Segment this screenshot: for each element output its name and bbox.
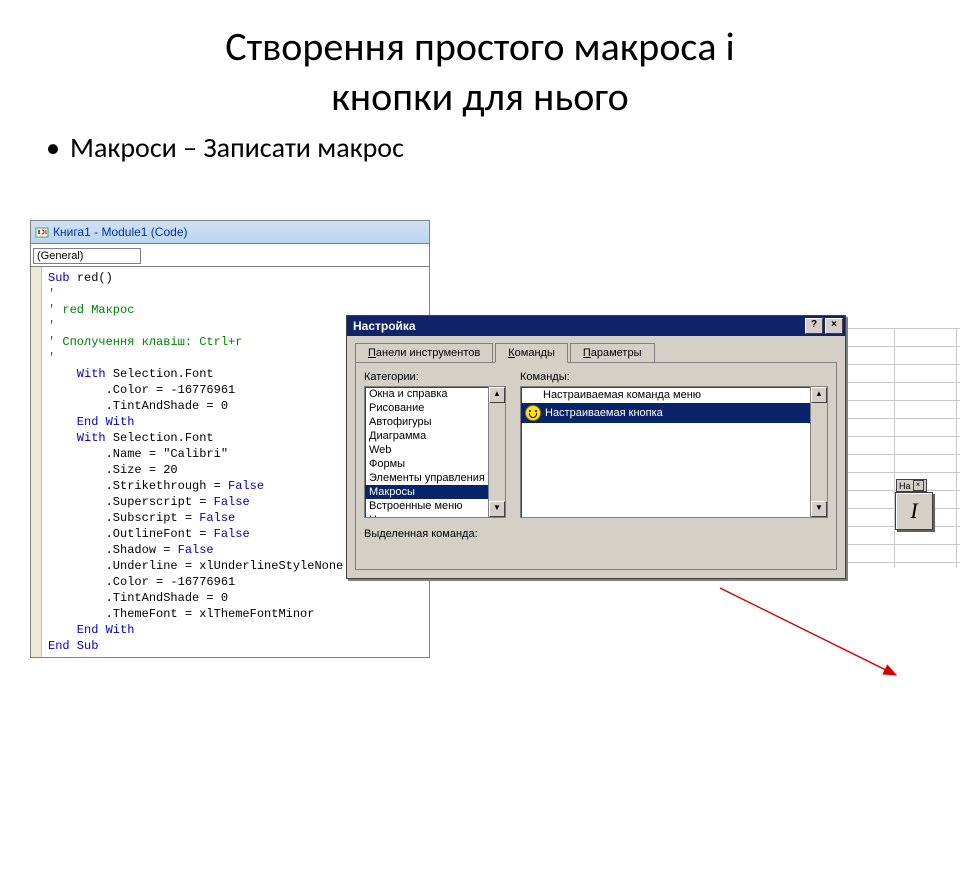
dialog-help-button[interactable]: ? — [805, 318, 823, 334]
command-item-label: Настраиваемая команда меню — [543, 389, 701, 401]
tab-2[interactable]: Параметры — [570, 343, 655, 363]
category-item[interactable]: Встроенные меню — [365, 499, 505, 513]
code-window-title: Книга1 - Module1 (Code) — [53, 225, 188, 239]
commands-scrollbar[interactable]: ▲ ▼ — [810, 387, 827, 517]
command-item[interactable]: Настраиваемая кнопка — [521, 403, 827, 423]
ibeam-icon: I — [910, 498, 917, 524]
dialog-tabs: Панели инструментовКомандыПараметры — [347, 336, 845, 362]
commands-tab-panel: Категории: Окна и справкаРисованиеАвтофи… — [355, 362, 837, 570]
tab-1[interactable]: Команды — [495, 343, 568, 363]
dropped-toolbar-button[interactable]: На × I — [895, 492, 933, 530]
scroll-down-icon[interactable]: ▼ — [811, 501, 827, 517]
vba-module-icon — [35, 225, 49, 239]
category-item[interactable]: Диаграмма — [365, 429, 505, 443]
title-line2: кнопки для нього — [331, 72, 629, 121]
customize-dialog: Настройка ? × Панели инструментовКоманды… — [346, 315, 846, 579]
category-item[interactable]: Новое меню — [365, 513, 505, 518]
categories-scrollbar[interactable]: ▲ ▼ — [488, 387, 505, 517]
code-editor[interactable]: Sub red() ' ' red Макрос ' ' Сполучення … — [42, 267, 349, 657]
scroll-up-icon[interactable]: ▲ — [811, 387, 827, 403]
selected-command-label: Выделенная команда: — [364, 528, 828, 540]
code-gutter — [31, 267, 42, 657]
category-item[interactable]: Элементы управления — [365, 471, 505, 485]
code-object-dropdown[interactable]: (General) — [33, 248, 141, 264]
code-proc-dropdowns: (General) — [31, 243, 429, 266]
slide-title: Створення простого макроса і кнопки для … — [0, 0, 960, 122]
category-item[interactable]: Web — [365, 443, 505, 457]
category-item[interactable]: Окна и справка — [365, 387, 505, 401]
command-item-label: Настраиваемая кнопка — [545, 407, 663, 419]
commands-listbox[interactable]: Настраиваемая команда меню Настраиваемая … — [520, 386, 828, 518]
close-icon[interactable]: × — [913, 480, 924, 491]
scroll-up-icon[interactable]: ▲ — [489, 387, 505, 403]
dialog-titlebar[interactable]: Настройка ? × — [347, 316, 845, 336]
commands-label: Команды: — [520, 371, 828, 383]
dropped-button-header: На × — [896, 479, 927, 492]
title-line1: Створення простого макроса і — [225, 22, 734, 71]
dialog-close-button[interactable]: × — [825, 318, 843, 334]
category-item[interactable]: Формы — [365, 457, 505, 471]
categories-label: Категории: — [364, 371, 506, 383]
category-item[interactable]: Автофигуры — [365, 415, 505, 429]
tab-0[interactable]: Панели инструментов — [355, 343, 493, 363]
smiley-icon — [525, 405, 541, 421]
category-item[interactable]: Макросы — [365, 485, 505, 499]
categories-listbox[interactable]: Окна и справкаРисованиеАвтофигурыДиаграм… — [364, 386, 506, 518]
dialog-title: Настройка — [353, 319, 416, 333]
category-item[interactable]: Рисование — [365, 401, 505, 415]
bullet-item: Макроси – Записати макрос — [70, 130, 910, 165]
code-window-titlebar: Книга1 - Module1 (Code) — [31, 221, 429, 243]
scroll-down-icon[interactable]: ▼ — [489, 501, 505, 517]
command-item[interactable]: Настраиваемая команда меню — [521, 387, 827, 403]
